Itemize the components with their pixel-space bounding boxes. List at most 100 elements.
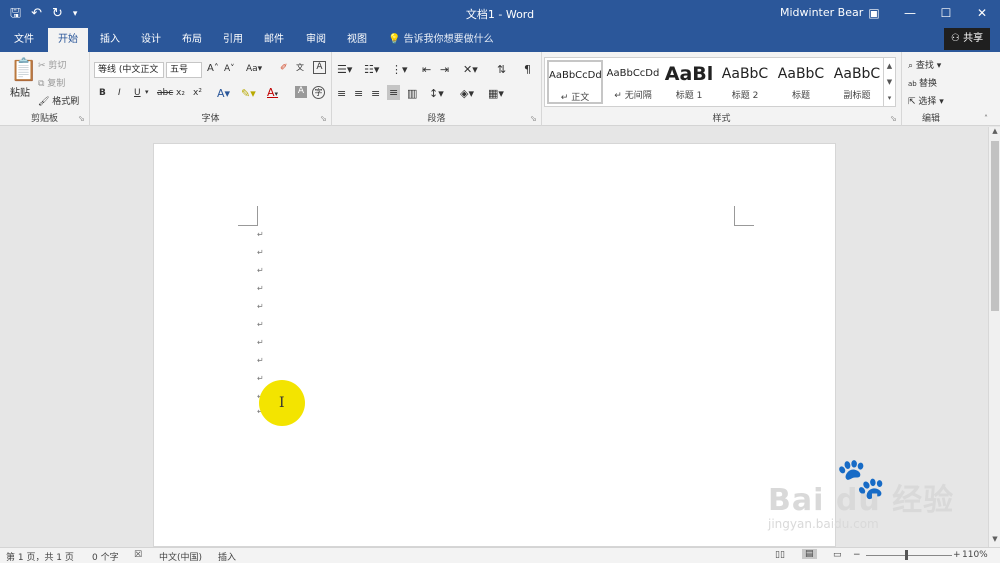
zoom-in-icon[interactable]: + xyxy=(953,550,961,560)
read-mode-icon[interactable]: ▯▯ xyxy=(775,550,785,560)
cut-button[interactable]: ✂ 剪切 xyxy=(38,58,66,71)
share-button[interactable]: ⚇ 共享 xyxy=(944,28,990,50)
text-effects-icon[interactable]: A▾ xyxy=(217,87,230,100)
highlight-icon[interactable]: ✎▾ xyxy=(241,87,256,100)
tab-review[interactable]: 审阅 xyxy=(296,28,336,52)
user-name[interactable]: Midwinter Bear xyxy=(780,6,863,19)
scroll-thumb[interactable] xyxy=(991,141,999,311)
format-painter-button[interactable]: 🖌 格式刷 xyxy=(38,94,79,107)
language-status[interactable]: 中文(中国) xyxy=(159,550,202,563)
increase-indent-icon[interactable]: ⇥ xyxy=(440,63,449,76)
font-color-button[interactable]: A▾ xyxy=(267,86,278,99)
justify-icon[interactable]: ≡ xyxy=(387,85,401,100)
page-count[interactable]: 第 1 页，共 1 页 xyxy=(6,550,74,563)
strikethrough-button[interactable]: abc xyxy=(157,88,173,98)
maximize-button[interactable]: ☐ xyxy=(928,0,964,26)
shading-icon[interactable]: ◈▾ xyxy=(460,87,474,100)
scroll-down-icon[interactable]: ▼ xyxy=(989,535,1000,547)
clear-format-icon[interactable]: ✐ xyxy=(280,63,288,73)
tab-view[interactable]: 视图 xyxy=(337,28,377,52)
underline-dropdown-icon[interactable]: ▾ xyxy=(145,88,149,96)
grow-font-button[interactable]: A˄ xyxy=(207,63,219,74)
decrease-indent-icon[interactable]: ⇤ xyxy=(422,63,431,76)
phonetic-guide-icon[interactable]: 文 xyxy=(296,62,304,73)
word-count[interactable]: 0 个字 xyxy=(92,550,119,563)
zoom-slider[interactable] xyxy=(866,555,952,556)
find-button[interactable]: ⌕ 查找 ▾ xyxy=(908,58,941,71)
bullets-icon[interactable]: ☰▾ xyxy=(337,63,352,76)
borders-icon[interactable]: ▦▾ xyxy=(488,87,504,100)
sort-icon[interactable]: ⇅ xyxy=(497,63,506,76)
paste-icon[interactable]: 📋 xyxy=(10,58,37,83)
style-heading-2[interactable]: AaBbC 标题 2 xyxy=(717,60,773,104)
tab-insert[interactable]: 插入 xyxy=(90,28,130,52)
align-right-icon[interactable]: ≡ xyxy=(371,87,380,100)
minimize-button[interactable]: — xyxy=(892,0,928,26)
zoom-level[interactable]: 110% xyxy=(962,550,988,560)
paragraph-launcher-icon[interactable]: ⬂ xyxy=(530,114,537,123)
italic-button[interactable]: I xyxy=(118,88,121,98)
align-center-icon[interactable]: ≡ xyxy=(354,87,363,100)
select-button[interactable]: ⇱ 选择 ▾ xyxy=(908,94,944,107)
bold-button[interactable]: B xyxy=(99,88,106,98)
editing-group-label: 编辑 xyxy=(921,114,940,124)
underline-button[interactable]: U xyxy=(134,88,141,98)
ribbon-display-icon[interactable]: ▣ xyxy=(856,0,892,26)
print-layout-icon[interactable]: ▤ xyxy=(802,549,817,559)
superscript-button[interactable]: x² xyxy=(193,88,202,98)
style-heading-1[interactable]: AaBl 标题 1 xyxy=(661,60,717,104)
change-case-button[interactable]: Aa▾ xyxy=(246,64,262,74)
numbering-icon[interactable]: ☷▾ xyxy=(364,63,379,76)
clipboard-launcher-icon[interactable]: ⬂ xyxy=(78,114,85,123)
paragraph-mark: ↵ xyxy=(257,374,264,383)
line-spacing-icon[interactable]: ↕▾ xyxy=(429,87,444,100)
align-left-icon[interactable]: ≡ xyxy=(337,87,346,100)
multilevel-list-icon[interactable]: ⋮▾ xyxy=(391,63,408,76)
show-marks-icon[interactable]: ¶ xyxy=(524,63,531,76)
shrink-font-button[interactable]: A˅ xyxy=(224,64,235,74)
subscript-button[interactable]: x₂ xyxy=(176,88,185,98)
replace-button[interactable]: ab 替换 xyxy=(908,76,937,89)
style-no-spacing[interactable]: AaBbCcDd ↵ 无间隔 xyxy=(605,60,661,104)
paragraph-mark: ↵ xyxy=(257,284,264,293)
paste-button[interactable]: 粘贴 xyxy=(10,84,30,99)
pointer-icon: ⇱ xyxy=(908,97,919,107)
character-shading-icon[interactable]: A xyxy=(295,86,307,98)
style-normal[interactable]: AaBbCcDd ↵ 正文 xyxy=(547,60,603,104)
tell-me-box[interactable]: 💡 告诉我你想要做什么 xyxy=(388,28,494,52)
zoom-slider-thumb[interactable] xyxy=(905,550,908,560)
enclose-character-icon[interactable]: 字 xyxy=(312,86,325,99)
distributed-icon[interactable]: ▥ xyxy=(407,87,417,100)
chevron-down-icon[interactable]: ▼ xyxy=(884,74,895,90)
vertical-scrollbar[interactable]: ▲ ▼ xyxy=(988,127,1000,547)
font-launcher-icon[interactable]: ⬂ xyxy=(320,114,327,123)
style-subtitle[interactable]: AaBbC 副标题 xyxy=(829,60,885,104)
tab-home[interactable]: 开始 xyxy=(48,28,88,52)
insert-mode[interactable]: 插入 xyxy=(218,550,236,563)
style-title[interactable]: AaBbC 标题 xyxy=(773,60,829,104)
document-page[interactable]: ↵ ↵ ↵ ↵ ↵ ↵ ↵ ↵ ↵ ↵ ↵ xyxy=(153,143,836,547)
gallery-scroll[interactable]: ▲ ▼ ▾ xyxy=(883,58,895,106)
styles-launcher-icon[interactable]: ⬂ xyxy=(890,114,897,123)
character-border-icon[interactable]: A xyxy=(313,61,326,74)
zoom-out-icon[interactable]: − xyxy=(853,550,861,560)
margin-corner-top-left xyxy=(238,206,258,226)
paragraph-mark: ↵ xyxy=(257,302,264,311)
chinese-layout-icon[interactable]: ✕▾ xyxy=(463,63,478,76)
scroll-up-icon[interactable]: ▲ xyxy=(989,127,1000,139)
style-name: 标题 1 xyxy=(675,91,703,101)
web-layout-icon[interactable]: ▭ xyxy=(833,550,842,560)
tab-file[interactable]: 文件 xyxy=(4,28,44,52)
tab-references[interactable]: 引用 xyxy=(213,28,253,52)
chevron-up-icon[interactable]: ▲ xyxy=(884,58,895,74)
more-styles-icon[interactable]: ▾ xyxy=(884,90,895,106)
proofing-icon[interactable]: ☒ xyxy=(134,550,142,560)
close-button[interactable]: ✕ xyxy=(964,0,1000,26)
copy-button[interactable]: ⧉ 复制 xyxy=(38,76,65,89)
collapse-ribbon-icon[interactable]: ˄ xyxy=(984,114,988,123)
font-name-combo[interactable]: 等线 (中文正文 xyxy=(94,62,164,78)
tab-design[interactable]: 设计 xyxy=(131,28,171,52)
tab-layout[interactable]: 布局 xyxy=(172,28,212,52)
tab-mailings[interactable]: 邮件 xyxy=(254,28,294,52)
font-size-combo[interactable]: 五号 xyxy=(166,62,202,78)
